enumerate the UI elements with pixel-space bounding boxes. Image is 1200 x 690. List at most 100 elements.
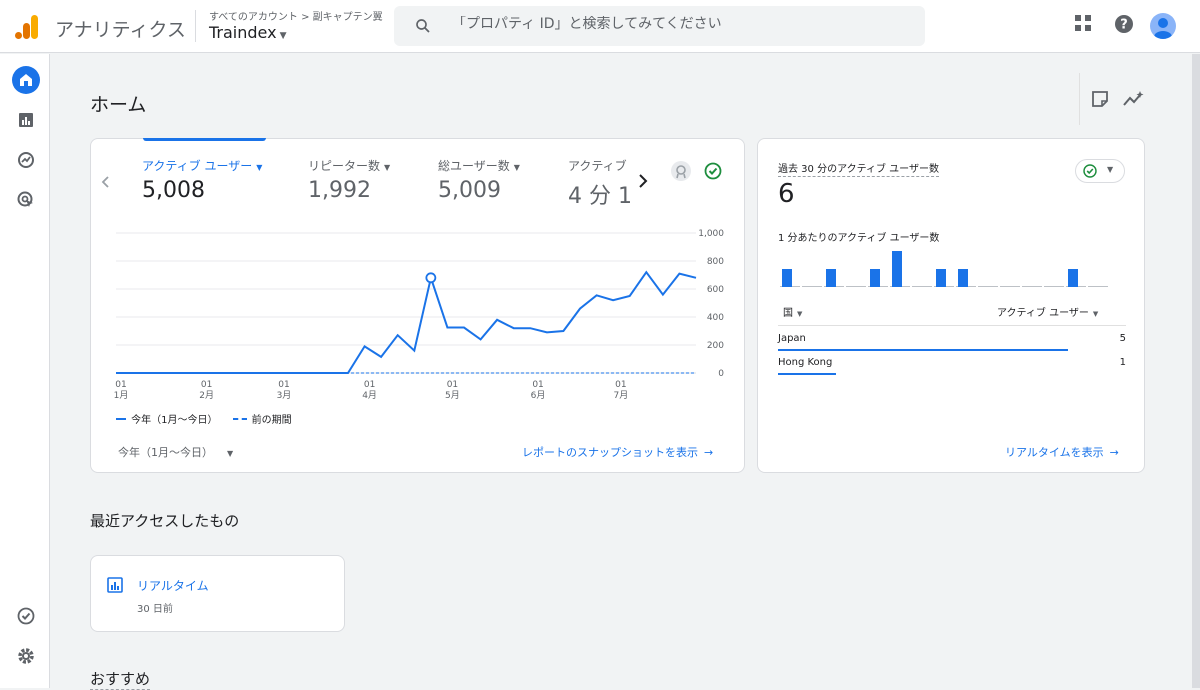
x-tick-label: 01	[278, 380, 289, 390]
bar-chart-icon	[107, 577, 123, 593]
per-minute-bar[interactable]	[1068, 269, 1078, 287]
y-tick-label: 400	[707, 313, 724, 323]
x-tick-label: 6月	[531, 390, 546, 401]
bar-chart-icon	[19, 113, 33, 127]
share-bar	[778, 349, 1068, 351]
x-tick-label: 01	[447, 380, 458, 390]
divider	[195, 10, 196, 42]
caret-down-icon: ▼	[1092, 310, 1099, 318]
bar-baseline	[846, 286, 866, 287]
bar-baseline	[802, 286, 822, 287]
recent-item-title: リアルタイム	[137, 579, 209, 593]
user-count: 1	[1119, 357, 1126, 368]
per-minute-label: 1 分あたりのアクティブ ユーザー数	[778, 233, 940, 244]
y-tick-label: 1,000	[698, 229, 724, 239]
y-tick-label: 600	[707, 285, 724, 295]
arrow-right-icon: →	[704, 446, 714, 459]
check-circle-icon	[1083, 164, 1097, 178]
nav-home[interactable]	[12, 66, 40, 94]
home-icon	[20, 74, 32, 86]
realtime-status-dropdown[interactable]: ▼	[1075, 159, 1125, 183]
x-tick-label: 01	[115, 380, 126, 390]
insights-icon[interactable]	[1123, 90, 1145, 108]
explore-icon	[18, 152, 34, 168]
x-tick-label: 2月	[199, 390, 214, 401]
table-row[interactable]: Japan 5	[778, 333, 1126, 353]
per-minute-bar[interactable]	[958, 269, 968, 287]
nav-reports[interactable]	[12, 106, 40, 134]
x-tick-label: 01	[201, 380, 212, 390]
snapshot-link-label: レポートのスナップショットを表示	[522, 446, 698, 459]
property-selector[interactable]: Traindex ▼	[209, 23, 287, 42]
recommend-section-title: おすすめ	[90, 670, 151, 690]
caret-down-icon: ▼	[227, 449, 234, 458]
analytics-logo[interactable]	[14, 14, 40, 40]
app-title: アナリティクス	[55, 19, 186, 41]
x-tick-label: 01	[364, 380, 375, 390]
nav-admin-checks[interactable]	[12, 602, 40, 630]
highlighted-point	[425, 272, 437, 284]
y-tick-label: 800	[707, 257, 724, 267]
per-minute-bar[interactable]	[870, 269, 880, 287]
series-line-current	[116, 270, 697, 374]
chart-legend: 今年（1月〜今日） 前の期間	[116, 408, 292, 427]
nav-advertising[interactable]	[12, 186, 40, 214]
y-tick-label: 200	[707, 341, 724, 351]
avatar[interactable]	[1150, 13, 1176, 39]
overview-card: アクティブ ユーザー ▼ 5,008 リピーター数 ▼ 1,992 総ユーザー数 ▼ …	[90, 138, 745, 473]
search-input[interactable]	[452, 16, 892, 32]
caret-down-icon: ▼	[1107, 165, 1114, 174]
country-column-header[interactable]: 国 ▼	[783, 304, 802, 319]
share-bar	[778, 373, 836, 375]
x-tick-label: 7月	[614, 390, 629, 401]
divider	[1079, 73, 1080, 125]
page-title: ホーム	[90, 94, 147, 116]
nav-settings[interactable]	[12, 642, 40, 670]
legend-label: 今年（1月〜今日）	[131, 415, 218, 426]
per-minute-bar[interactable]	[892, 251, 902, 287]
x-tick-label: 1月	[114, 390, 129, 401]
svg-text:?: ?	[1120, 18, 1128, 33]
search-icon	[416, 19, 430, 33]
snapshot-link[interactable]: レポートのスナップショットを表示 →	[522, 444, 713, 460]
scrollbar[interactable]	[1192, 54, 1200, 688]
caret-down-icon: ▼	[797, 310, 803, 318]
legend-swatch-solid	[116, 417, 126, 420]
table-row[interactable]: Hong Kong 1	[778, 357, 1126, 377]
realtime-link[interactable]: リアルタイムを表示 →	[1005, 444, 1119, 460]
arrow-right-icon: →	[1109, 446, 1119, 459]
search-bar[interactable]	[394, 6, 925, 46]
note-icon[interactable]	[1091, 90, 1109, 108]
per-minute-bar[interactable]	[826, 269, 836, 287]
country-name: Hong Kong	[778, 357, 833, 368]
realtime-value: 6	[778, 179, 795, 209]
property-name: Traindex	[209, 23, 277, 42]
user-count: 5	[1119, 333, 1126, 344]
bar-baseline	[1044, 286, 1064, 287]
users-column-header[interactable]: アクティブ ユーザー ▼	[997, 304, 1098, 319]
divider	[778, 325, 1126, 326]
realtime-card: 過去 30 分のアクティブ ユーザー数 ▼ 6 1 分あたりのアクティブ ユーザ…	[757, 138, 1145, 473]
per-minute-bar[interactable]	[936, 269, 946, 287]
gear-icon	[18, 648, 34, 664]
per-minute-bar-chart	[780, 251, 1108, 287]
bar-baseline	[1022, 286, 1042, 287]
recent-item-card[interactable]: リアルタイム 30 日前	[90, 555, 345, 632]
check-circle-icon	[17, 607, 35, 625]
bar-baseline	[912, 286, 932, 287]
top-bar: アナリティクス すべてのアカウント > 副キャプテン翼 Traindex▼ ?	[0, 0, 1200, 53]
column-label: 国	[783, 308, 793, 319]
bar-baseline	[1088, 286, 1108, 287]
legend-label: 前の期間	[251, 415, 292, 426]
breadcrumb[interactable]: すべてのアカウント > 副キャプテン翼	[209, 8, 383, 23]
target-cursor-icon	[17, 191, 33, 207]
per-minute-bar[interactable]	[782, 269, 792, 287]
left-nav	[0, 54, 50, 688]
realtime-title[interactable]: 過去 30 分のアクティブ ユーザー数	[778, 160, 939, 177]
nav-explore[interactable]	[12, 146, 40, 174]
x-tick-label: 3月	[277, 390, 292, 401]
help-icon[interactable]: ?	[1114, 14, 1134, 34]
date-range-label: 今年（1月〜今日）	[118, 446, 213, 459]
apps-icon[interactable]	[1074, 14, 1092, 32]
date-range-selector[interactable]: 今年（1月〜今日） ▼	[118, 444, 233, 460]
